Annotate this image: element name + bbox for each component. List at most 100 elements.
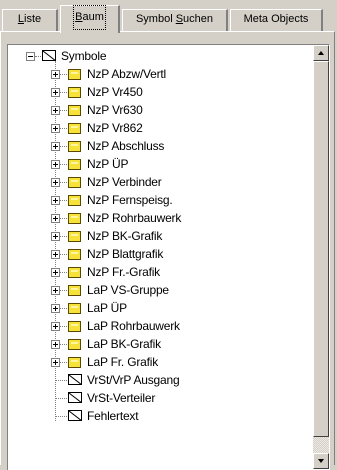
tree-connector	[55, 380, 67, 381]
tree-node-folder[interactable]: LaP VS-Gruppe	[8, 281, 308, 299]
tree-node-label: VrSt/VrP Ausgang	[87, 373, 180, 387]
symbol-box-icon	[68, 374, 82, 385]
tree-node-label: LaP Rohrbauwerk	[87, 319, 180, 333]
tree-connector	[60, 362, 67, 363]
tree-node-folder[interactable]: NzP Abzw/Vertl	[8, 65, 308, 83]
tree-node-folder[interactable]: LaP Fr. Grafik	[8, 353, 308, 371]
tree-connector	[55, 398, 67, 399]
tab-baum[interactable]: Baum	[60, 5, 120, 33]
tree-node-label: NzP Vr450	[87, 85, 143, 99]
tab-meta-objects[interactable]: Meta Objects	[230, 9, 323, 31]
expand-plus-icon[interactable]	[51, 304, 60, 313]
tree-node-folder[interactable]: NzP Verbinder	[8, 173, 308, 191]
tree-connector	[60, 290, 67, 291]
tree-node-folder[interactable]: LaP Rohrbauwerk	[8, 317, 308, 335]
tree-node-folder[interactable]: LaP ÜP	[8, 299, 308, 317]
expand-plus-icon[interactable]	[51, 232, 60, 241]
tree-connector	[60, 254, 67, 255]
tree-node-root[interactable]: Symbole	[8, 47, 308, 65]
tree-node-label: NzP Abzw/Vertl	[87, 67, 167, 81]
tab-symbol-suchen[interactable]: Symbol Suchen	[122, 9, 228, 31]
expand-plus-icon[interactable]	[51, 196, 60, 205]
expand-plus-icon[interactable]	[51, 178, 60, 187]
folder-icon	[68, 231, 81, 242]
tree-connector	[35, 56, 41, 57]
tree-node-folder[interactable]: NzP Fr.-Grafik	[8, 263, 308, 281]
tree-connector	[60, 164, 67, 165]
tab-liste[interactable]: Liste	[2, 9, 58, 31]
folder-icon	[68, 87, 81, 98]
expand-plus-icon[interactable]	[51, 160, 60, 169]
tree-node-folder[interactable]: NzP Abschluss	[8, 137, 308, 155]
expand-plus-icon[interactable]	[51, 124, 60, 133]
expand-plus-icon[interactable]	[51, 250, 60, 259]
tree-connector	[60, 182, 67, 183]
tree-connector	[60, 74, 67, 75]
tree-node-folder[interactable]: NzP ÜP	[8, 155, 308, 173]
tree-node-folder[interactable]: NzP Fernspeisg.	[8, 191, 308, 209]
tree-connector	[60, 272, 67, 273]
tree-node-label: LaP ÜP	[87, 301, 127, 315]
tree-node-folder[interactable]: NzP Blattgrafik	[8, 245, 308, 263]
arrow-up-icon	[318, 51, 324, 55]
expand-plus-icon[interactable]	[51, 88, 60, 97]
expand-plus-icon[interactable]	[51, 214, 60, 223]
folder-icon	[68, 69, 81, 80]
folder-icon	[68, 141, 81, 152]
tree-connector	[60, 236, 67, 237]
folder-icon	[68, 105, 81, 116]
tree-node-folder[interactable]: NzP Rohrbauwerk	[8, 209, 308, 227]
tree-connector	[60, 200, 67, 201]
tree-connector	[60, 308, 67, 309]
expand-plus-icon[interactable]	[51, 106, 60, 115]
tree-node-folder[interactable]: NzP Vr862	[8, 119, 308, 137]
tree-connector	[60, 128, 67, 129]
tree-node-folder[interactable]: NzP Vr450	[8, 83, 308, 101]
tree-node-label: NzP Fr.-Grafik	[87, 265, 160, 279]
folder-icon	[68, 159, 81, 170]
symbol-tree-view[interactable]: Symbole NzP Abzw/Vertl NzP Vr450 NzP Vr630 N…	[7, 44, 330, 470]
tree-node-label: LaP Fr. Grafik	[87, 355, 159, 369]
tree-node-folder[interactable]: LaP BK-Grafik	[8, 335, 308, 353]
tree-node-label: NzP BK-Grafik	[87, 229, 163, 243]
expand-plus-icon[interactable]	[51, 322, 60, 331]
folder-icon	[68, 303, 81, 314]
tree-node-label: NzP Rohrbauwerk	[87, 211, 182, 225]
scroll-thumb[interactable]	[313, 61, 329, 437]
expand-plus-icon[interactable]	[51, 340, 60, 349]
tree-node-folder[interactable]: NzP Vr630	[8, 101, 308, 119]
tree-node-symbol[interactable]: VrSt/VrP Ausgang	[8, 371, 308, 389]
tree-node-label: NzP Blattgrafik	[87, 247, 164, 261]
tree-node-label: VrSt-Verteiler	[87, 391, 156, 405]
collapse-expander-icon[interactable]	[26, 52, 35, 61]
symbol-box-icon	[42, 50, 56, 61]
tree-node-label: LaP BK-Grafik	[87, 337, 161, 351]
folder-icon	[68, 267, 81, 278]
tree-node-folder[interactable]: NzP BK-Grafik	[8, 227, 308, 245]
arrow-down-icon	[318, 459, 324, 463]
folder-icon	[68, 285, 81, 296]
folder-icon	[68, 357, 81, 368]
tree-node-label: NzP ÜP	[87, 157, 129, 171]
tree-connector	[60, 92, 67, 93]
expand-plus-icon[interactable]	[51, 70, 60, 79]
expand-plus-icon[interactable]	[51, 142, 60, 151]
expand-plus-icon[interactable]	[51, 358, 60, 367]
vertical-scrollbar[interactable]	[313, 45, 329, 469]
tree-connector	[60, 326, 67, 327]
tree-connector	[60, 218, 67, 219]
symbol-box-icon	[68, 410, 82, 421]
tree-node-label: LaP VS-Gruppe	[87, 283, 169, 297]
symbol-box-icon	[68, 392, 82, 403]
scroll-down-button[interactable]	[313, 453, 329, 469]
scroll-up-button[interactable]	[313, 45, 329, 61]
tree-node-symbol[interactable]: Fehlertext	[8, 407, 308, 425]
tab-panel-baum: Symbole NzP Abzw/Vertl NzP Vr450 NzP Vr630 N…	[0, 31, 335, 470]
expand-plus-icon[interactable]	[51, 286, 60, 295]
tree-node-label: Fehlertext	[87, 409, 139, 423]
tree-node-label: NzP Vr630	[87, 103, 143, 117]
tree-node-symbol[interactable]: VrSt-Verteiler	[8, 389, 308, 407]
folder-icon	[68, 177, 81, 188]
expand-plus-icon[interactable]	[51, 268, 60, 277]
folder-icon	[68, 195, 81, 206]
